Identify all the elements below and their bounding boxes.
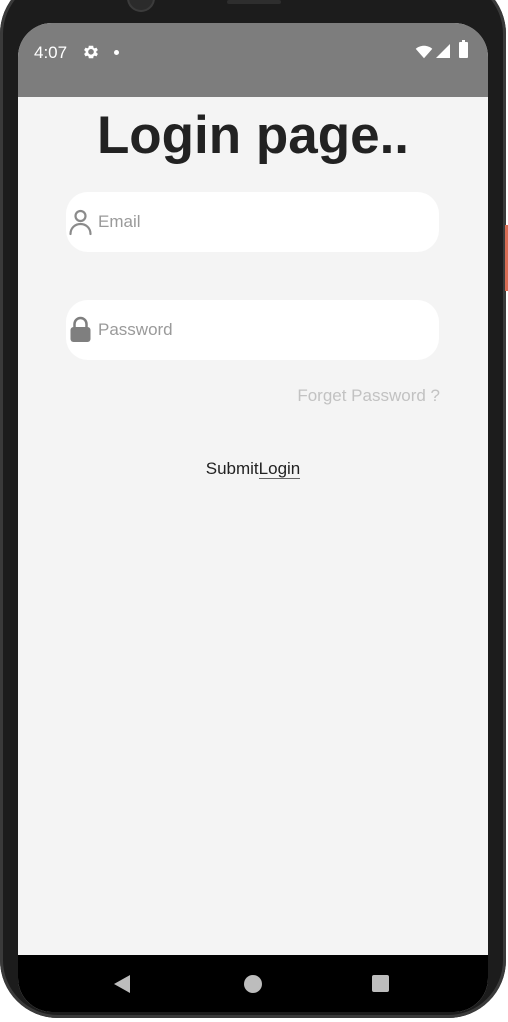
home-icon[interactable]	[244, 975, 262, 993]
login-button[interactable]: Login	[258, 459, 301, 479]
submit-text: Submit	[205, 459, 259, 478]
email-field[interactable]	[98, 192, 428, 252]
app-screen: 4:07 Login page.. Email Forget Password …	[18, 23, 488, 1012]
forgot-password-link[interactable]: Forget Password ?	[278, 386, 440, 406]
password-field[interactable]	[98, 300, 428, 360]
battery-icon	[459, 40, 468, 58]
password-field-container	[66, 300, 439, 360]
recents-icon[interactable]	[372, 975, 389, 992]
login-content: Login page.. Forget Password ? SubmitLog…	[18, 97, 488, 955]
submit-login-row: SubmitLogin	[18, 459, 488, 479]
status-bar: 4:07	[18, 23, 488, 97]
page-title: Login page..	[96, 106, 410, 165]
device-frame: 4:07 Login page.. Email Forget Password …	[0, 0, 508, 1022]
email-field-container	[66, 192, 439, 252]
lock-icon	[70, 316, 91, 342]
navigation-bar	[18, 955, 488, 1012]
settings-icon	[84, 45, 98, 59]
status-time: 4:07	[34, 43, 68, 62]
user-icon	[69, 209, 92, 236]
speaker-grille	[227, 0, 281, 4]
notification-dot-icon	[114, 50, 119, 55]
wifi-icon	[415, 45, 433, 59]
back-icon[interactable]	[114, 975, 130, 993]
signal-icon	[436, 44, 450, 58]
